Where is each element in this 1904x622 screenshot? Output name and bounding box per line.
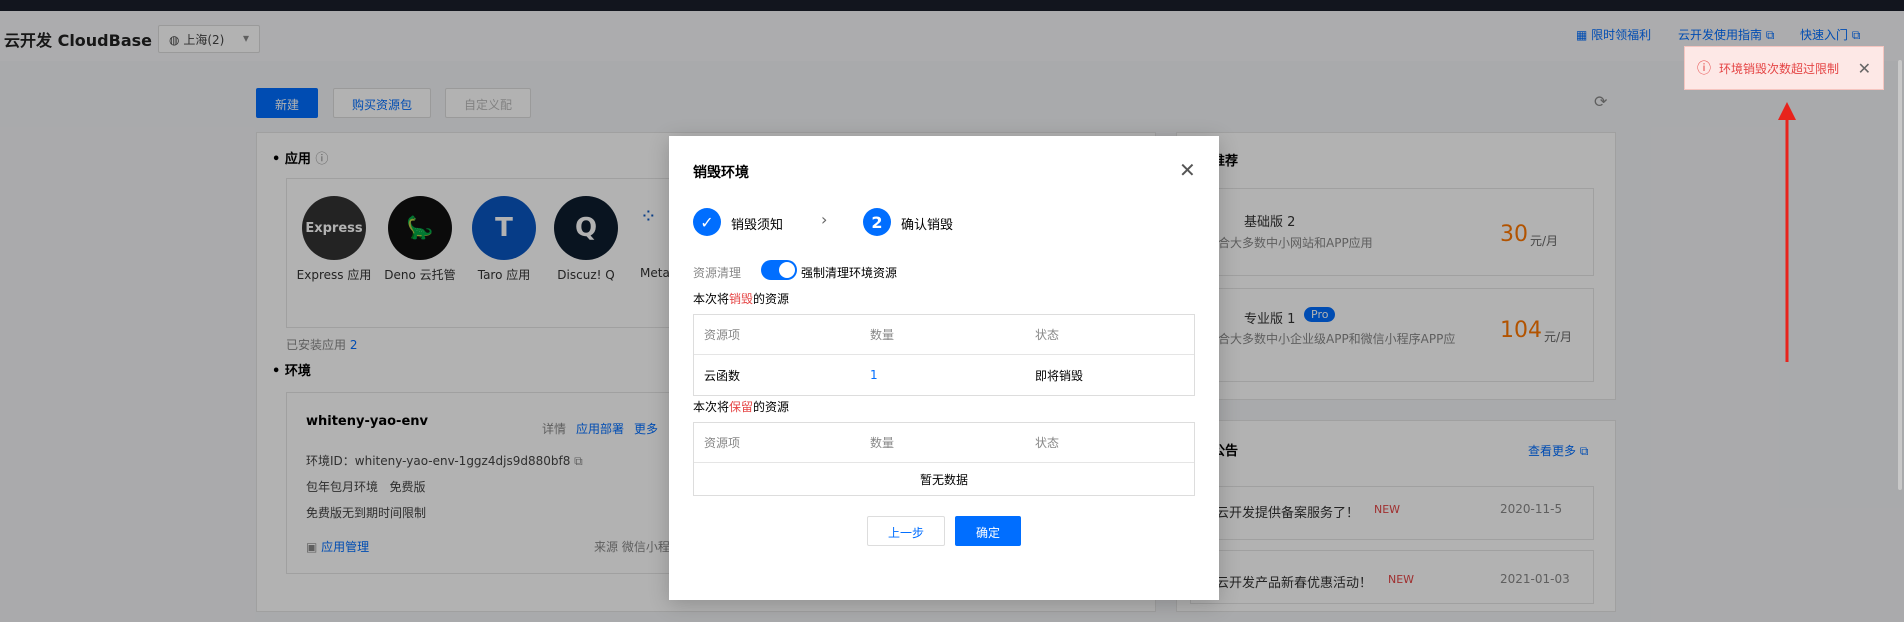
confirm-button[interactable]: 确定 xyxy=(955,516,1021,546)
cleanup-label: 资源清理 xyxy=(693,266,742,280)
prev-step-button[interactable]: 上一步 xyxy=(867,516,945,546)
table-row: 云函数 1 即将销毁 xyxy=(694,355,1194,395)
destroy-prefix: 本次将 xyxy=(693,292,730,306)
cleanup-toggle[interactable] xyxy=(761,260,797,280)
empty-row: 暂无数据 xyxy=(694,463,1194,495)
cleanup-toggle-label: 强制清理环境资源 xyxy=(801,266,898,280)
col-header-item: 资源项 xyxy=(704,328,741,342)
error-toast: ⓘ 环境销毁次数超过限制 ✕ xyxy=(1684,46,1884,90)
keep-word: 保留 xyxy=(729,400,754,414)
destroy-env-modal: 销毁环境 ✕ ✓ 销毁须知 › 2 确认销毁 资源清理 强制清理环境资源 本次将… xyxy=(669,136,1219,600)
destroy-word: 销毁 xyxy=(729,292,754,306)
col-header-item: 资源项 xyxy=(704,436,741,450)
step1-label: 销毁须知 xyxy=(731,218,784,233)
col-header-status: 状态 xyxy=(1034,436,1059,450)
keep-suffix: 的资源 xyxy=(753,400,790,414)
annotation-arrow xyxy=(1778,102,1796,362)
step2-number: 2 xyxy=(863,208,891,236)
destroy-suffix: 的资源 xyxy=(753,292,790,306)
error-icon: ⓘ xyxy=(1697,61,1711,77)
keep-table: 资源项 数量 状态 暂无数据 xyxy=(693,422,1195,496)
row-item: 云函数 xyxy=(704,368,741,383)
destroy-section-label: 本次将销毁的资源 xyxy=(693,290,789,307)
empty-text: 暂无数据 xyxy=(919,472,968,487)
col-header-count: 数量 xyxy=(869,328,894,342)
col-header-status: 状态 xyxy=(1034,328,1059,342)
step2-label: 确认销毁 xyxy=(901,218,954,233)
scrollbar[interactable] xyxy=(1898,60,1902,490)
table-header: 资源项 数量 状态 xyxy=(694,423,1194,463)
close-icon[interactable]: ✕ xyxy=(1858,59,1871,78)
keep-prefix: 本次将 xyxy=(693,400,730,414)
keep-section-label: 本次将保留的资源 xyxy=(693,398,789,415)
error-message: 环境销毁次数超过限制 xyxy=(1719,61,1840,76)
col-header-count: 数量 xyxy=(869,436,894,450)
check-icon: ✓ xyxy=(693,208,721,236)
row-status: 即将销毁 xyxy=(1034,368,1083,383)
row-count[interactable]: 1 xyxy=(870,368,1035,382)
close-icon[interactable]: ✕ xyxy=(1179,158,1196,182)
table-header: 资源项 数量 状态 xyxy=(694,315,1194,355)
modal-title: 销毁环境 xyxy=(693,165,749,181)
destroy-table: 资源项 数量 状态 云函数 1 即将销毁 xyxy=(693,314,1195,396)
chevron-right-icon: › xyxy=(821,210,828,229)
